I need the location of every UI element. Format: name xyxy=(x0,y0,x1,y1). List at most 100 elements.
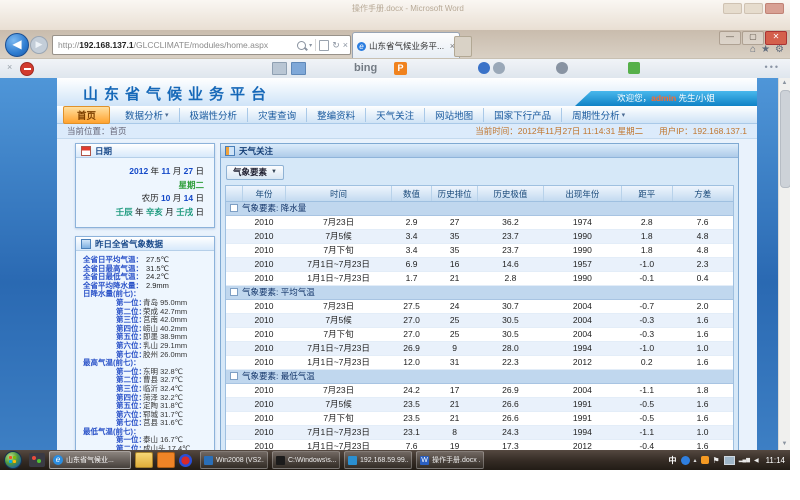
stop-icon[interactable]: × xyxy=(343,40,348,50)
weather-summary-box: 昨日全省气象数据 全省日平均气温：27.5℃全省日最高气温：31.5℃全省日最低… xyxy=(75,236,215,450)
page-viewport: ▲ ▼ 山东省气候业务平台 欢迎您，admin 先生/小姐 首页数据分析▾极端性… xyxy=(0,78,790,450)
explorer-folder-icon[interactable] xyxy=(135,452,153,468)
forward-button[interactable]: ▶ xyxy=(30,36,48,54)
cell: 1974 xyxy=(543,216,621,230)
cell: 26.6 xyxy=(477,412,543,426)
minimize-icon[interactable]: — xyxy=(719,31,741,45)
row-gutter xyxy=(226,384,242,398)
scroll-up-icon[interactable]: ▲ xyxy=(779,78,790,89)
browser-window: ◀ ▶ http://192.168.137.1/GLCCLIMATE/modu… xyxy=(0,30,790,450)
column-header: 数值 xyxy=(391,186,432,202)
blocker-icon[interactable] xyxy=(20,62,34,76)
cell: 1.7 xyxy=(391,272,432,286)
cell: 4.8 xyxy=(672,244,733,258)
divider xyxy=(315,39,316,51)
row-gutter xyxy=(226,230,242,244)
refresh-icon[interactable]: ↻ xyxy=(332,40,340,51)
taskbar-window-button-1[interactable]: C:\Windows\s... xyxy=(272,451,340,469)
window-button-icon xyxy=(348,456,357,465)
background-window-titlebar: 操作手册.docx - Microsoft Word xyxy=(0,0,790,30)
username: admin xyxy=(651,93,676,103)
tray-orange-icon[interactable] xyxy=(701,456,709,464)
plugin-paw-icon[interactable] xyxy=(556,62,568,74)
toolbar-close-icon[interactable]: × xyxy=(7,62,12,72)
nav-item-7[interactable]: 国家下行产品 xyxy=(483,108,561,122)
cell: 1.6 xyxy=(672,328,733,342)
favorites-star-icon[interactable]: ★ xyxy=(761,44,770,56)
cell: 2010 xyxy=(242,426,286,440)
plugin-blue-icon[interactable] xyxy=(478,62,490,74)
search-icon[interactable] xyxy=(297,41,306,50)
mail-icon[interactable] xyxy=(291,62,306,75)
group-checkbox[interactable] xyxy=(230,372,238,380)
cell: 1.8 xyxy=(621,244,672,258)
taskbar-window-button-2[interactable]: 192.168.59.99... xyxy=(344,451,412,469)
new-tab-button[interactable] xyxy=(454,36,472,57)
row-gutter xyxy=(226,314,242,328)
taskbar-window-button-3[interactable]: W操作手册.docx ... xyxy=(416,451,484,469)
plugin-p-icon[interactable]: P xyxy=(394,62,407,75)
action-center-flag-icon[interactable]: ⚑ xyxy=(713,456,720,465)
chevron-down-icon[interactable]: ▾ xyxy=(309,42,312,49)
maximize-icon[interactable]: ▢ xyxy=(742,31,764,45)
element-dropdown-button[interactable]: 气象要素 ▼ xyxy=(226,165,284,180)
maximize-icon[interactable] xyxy=(744,3,763,14)
row-gutter xyxy=(226,426,242,440)
close-icon[interactable]: ✕ xyxy=(765,31,787,45)
plugin-gray-icon[interactable] xyxy=(493,62,505,74)
network-icon[interactable]: ▂▄▆ xyxy=(739,457,750,463)
sidebar: 日期 2012 年 11 月 27 日 星期二 农历 10 月 14 日 壬辰 … xyxy=(75,143,215,450)
nav-item-6[interactable]: 网站地图 xyxy=(424,108,483,122)
panel-icon xyxy=(225,146,235,156)
home-icon[interactable]: ⌂ xyxy=(750,44,756,56)
calendar-box-title: 日期 xyxy=(95,145,112,157)
minimize-icon[interactable] xyxy=(723,3,742,14)
group-checkbox[interactable] xyxy=(230,204,238,212)
nav-item-1[interactable]: 数据分析▾ xyxy=(115,108,179,122)
nav-item-2[interactable]: 极端性分析 xyxy=(179,108,248,122)
table-row: 20101月1日~7月23日12.03122.320120.21.6 xyxy=(226,356,733,370)
tray-expand-icon[interactable]: ▴ xyxy=(694,457,697,464)
back-button[interactable]: ◀ xyxy=(5,33,29,57)
pinned-app-icon[interactable] xyxy=(29,453,45,467)
speaker-icon[interactable]: ◀ xyxy=(754,457,759,464)
scroll-down-icon[interactable]: ▼ xyxy=(779,439,790,450)
media-player-icon[interactable] xyxy=(179,454,192,467)
taskbar-ie-button[interactable]: e 山东省气候业... xyxy=(49,451,131,469)
cell: 2010 xyxy=(242,440,286,451)
taskbar-window-button-0[interactable]: Win2008 (VS2... xyxy=(200,451,268,469)
bing-logo[interactable]: bing xyxy=(354,62,377,74)
compatibility-view-icon[interactable] xyxy=(319,40,329,51)
browser-scrollbar[interactable]: ▲ ▼ xyxy=(778,78,790,450)
address-bar[interactable]: http://192.168.137.1/GLCCLIMATE/modules/… xyxy=(52,35,351,55)
web-page: 山东省气候业务平台 欢迎您，admin 先生/小姐 首页数据分析▾极端性分析灾害… xyxy=(57,78,757,450)
cell: 1.6 xyxy=(672,356,733,370)
toolbar-overflow-icon[interactable]: ••• xyxy=(765,62,780,72)
cell: 19 xyxy=(432,440,478,451)
browser-tab[interactable]: e 山东省气候业务平... × xyxy=(352,32,460,59)
cell: 23.7 xyxy=(477,244,543,258)
group-checkbox[interactable] xyxy=(230,288,238,296)
cell: 7月5候 xyxy=(286,230,391,244)
ie-icon: e xyxy=(53,455,63,465)
window-button-icon xyxy=(204,456,213,465)
cell: -1.0 xyxy=(621,258,672,272)
language-indicator[interactable]: 中 xyxy=(669,455,677,466)
date-part: 日 xyxy=(193,193,204,203)
close-icon[interactable] xyxy=(765,3,784,14)
settings-gear-icon[interactable]: ⚙ xyxy=(775,44,784,56)
pinned-orange-app-icon[interactable] xyxy=(157,452,175,468)
nav-item-5[interactable]: 天气关注 xyxy=(365,108,424,122)
cell: 24.2 xyxy=(391,384,432,398)
card-icon[interactable] xyxy=(272,62,287,75)
display-icon[interactable] xyxy=(724,456,735,465)
scrollbar-thumb[interactable] xyxy=(780,90,790,188)
nav-item-4[interactable]: 整编资料 xyxy=(306,108,365,122)
ime-icon[interactable] xyxy=(681,456,690,465)
plugin-green-icon[interactable] xyxy=(628,62,640,74)
nav-item-0[interactable]: 首页 xyxy=(63,106,110,124)
nav-item-8[interactable]: 周期性分析▾ xyxy=(561,108,635,122)
start-button[interactable] xyxy=(4,451,22,469)
taskbar-clock[interactable]: 11:14 xyxy=(766,456,785,465)
nav-item-3[interactable]: 灾害查询 xyxy=(247,108,306,122)
